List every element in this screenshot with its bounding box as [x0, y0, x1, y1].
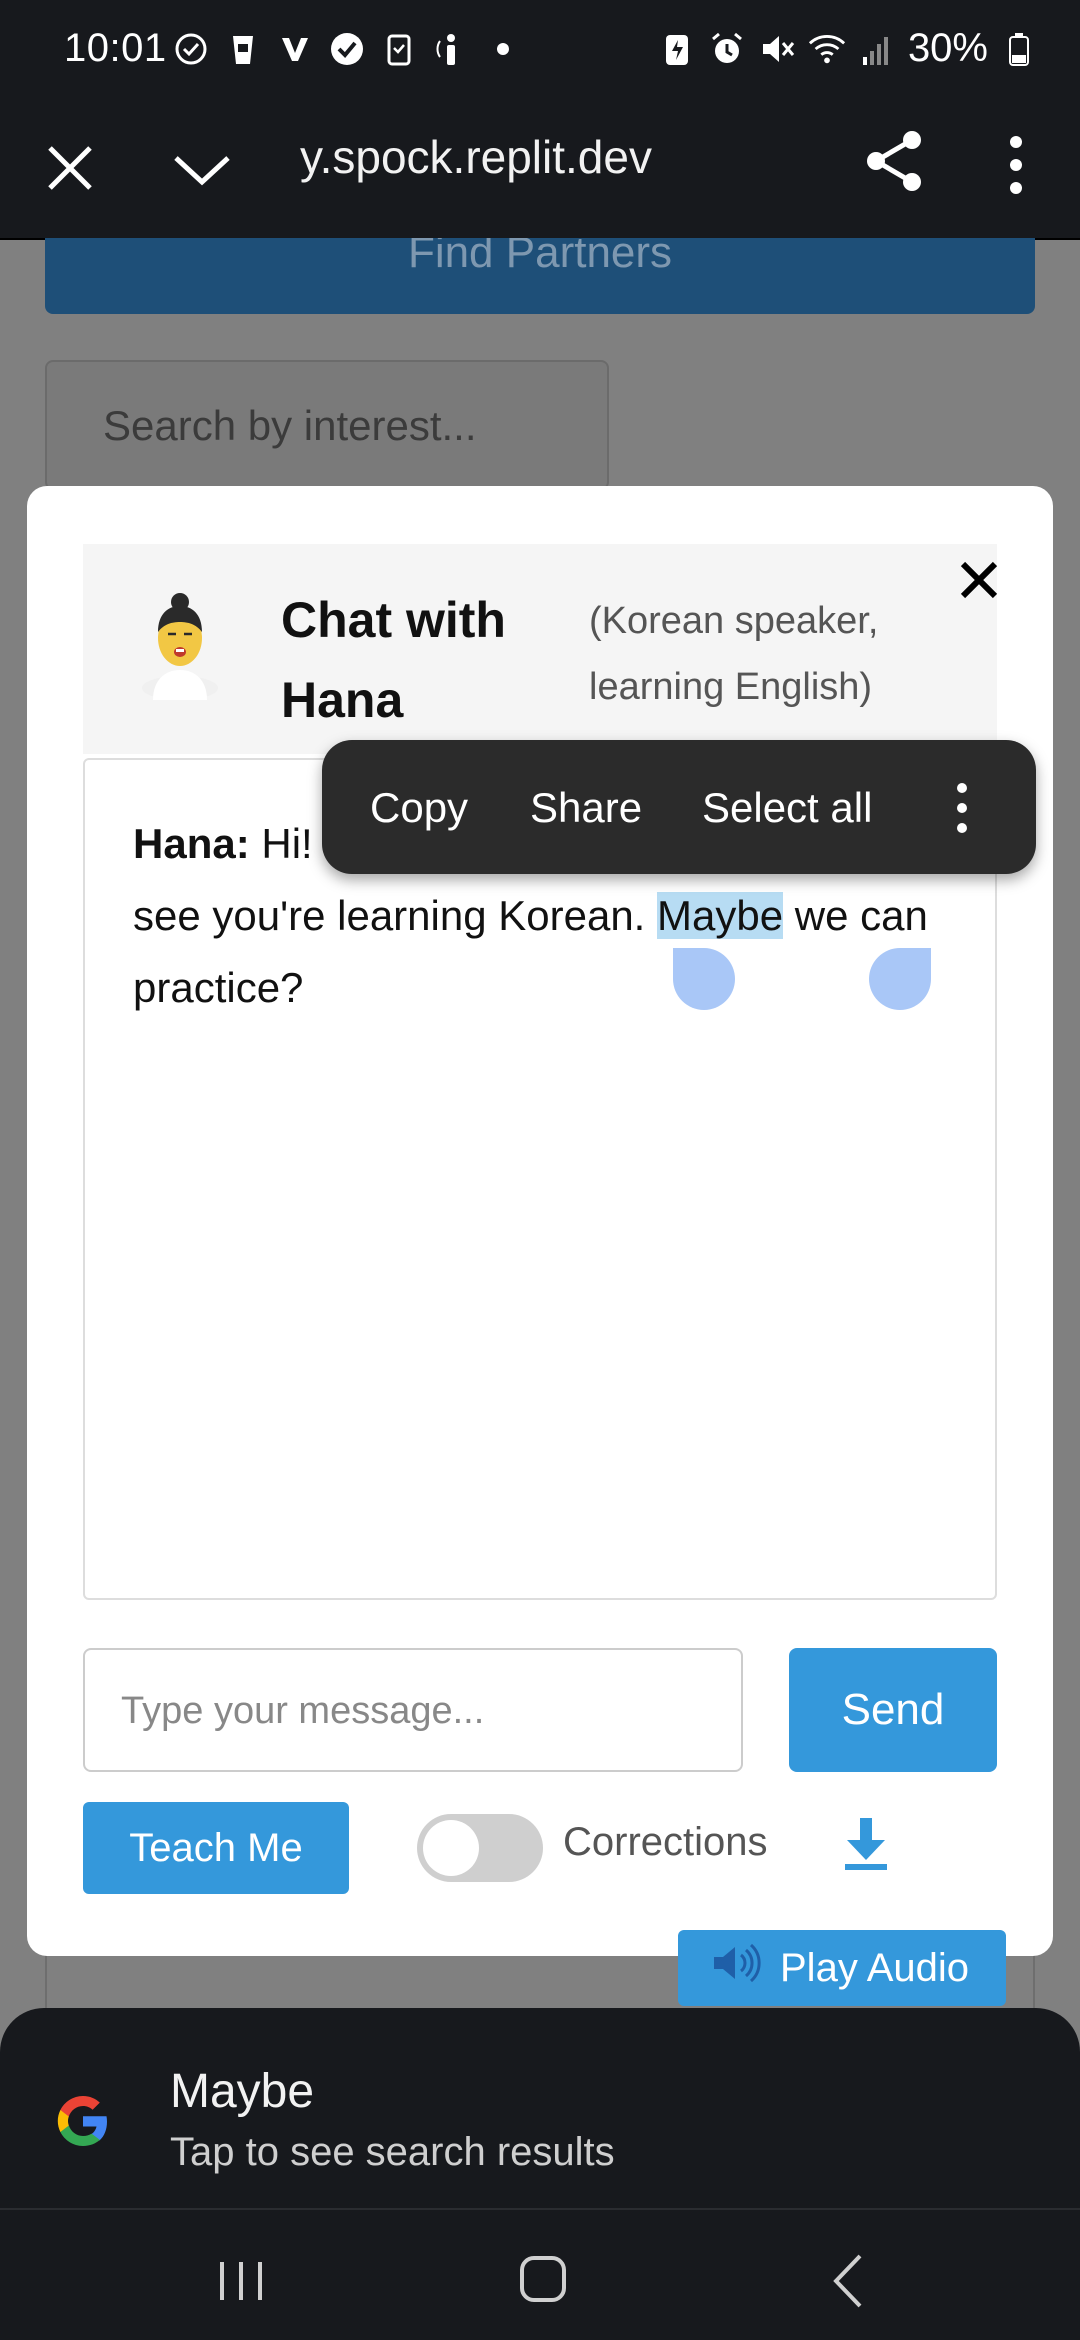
speaker-icon: [712, 1943, 762, 1993]
avatar: [135, 588, 225, 700]
find-partners-button: Find Partners: [45, 238, 1035, 314]
navigation-bar: [0, 2208, 1080, 2340]
text-selection-menu: Copy Share Select all: [322, 740, 1036, 874]
share-icon[interactable]: [862, 128, 928, 194]
chat-title: Chat with Hana: [281, 592, 506, 728]
teach-me-button[interactable]: Teach Me: [83, 1802, 349, 1894]
system-icons: 30%: [658, 26, 1038, 71]
info-icon: [432, 30, 470, 68]
status-time: 10:01: [64, 26, 167, 70]
toggle-knob: [423, 1820, 479, 1876]
chat-header: Chat with Hana (Korean speaker, learning…: [83, 544, 997, 754]
mute-icon: [758, 30, 796, 68]
corrections-toggle[interactable]: [417, 1814, 543, 1882]
v-icon: [276, 30, 314, 68]
notification-icons: [172, 30, 522, 68]
message-sender: Hana:: [133, 820, 250, 867]
verified-icon: [328, 30, 366, 68]
battery-saver-icon: [658, 30, 696, 68]
download-icon[interactable]: [843, 1816, 889, 1872]
more-options-icon[interactable]: [956, 780, 968, 836]
close-icon[interactable]: [955, 556, 1003, 604]
back-icon[interactable]: [830, 2252, 866, 2310]
selection-handle-start[interactable]: [673, 948, 735, 1010]
signal-icon: [858, 30, 896, 68]
recent-apps-icon[interactable]: [216, 2258, 266, 2304]
interest-search-input: Search by interest...: [45, 360, 609, 490]
selected-text[interactable]: Maybe: [657, 892, 784, 939]
find-partners-label: Find Partners: [407, 238, 673, 277]
select-all-menu-item[interactable]: Select all: [702, 784, 872, 832]
message-text-part1: Hi!: [249, 820, 313, 867]
chat-modal: Chat with Hana (Korean speaker, learning…: [27, 486, 1053, 1956]
more-options-icon[interactable]: [998, 130, 1034, 200]
chat-messages[interactable]: Hana: Hi! see you're learning Korean. Ma…: [83, 758, 997, 1600]
chat-subtitle: (Korean speaker, learning English): [589, 600, 879, 708]
cup-icon: [224, 30, 262, 68]
status-bar: 10:01 30%: [0, 0, 1080, 100]
battery-percent: 30%: [907, 26, 988, 70]
selection-handle-end[interactable]: [869, 948, 931, 1010]
google-search-sheet[interactable]: Maybe Tap to see search results: [0, 2008, 1080, 2208]
chevron-down-icon[interactable]: [170, 140, 234, 200]
clipboard-icon: [380, 30, 418, 68]
check-circle-icon: [172, 30, 210, 68]
search-term: Maybe: [170, 2065, 315, 2118]
wifi-icon: [808, 30, 846, 68]
corrections-label: Corrections: [563, 1820, 768, 1864]
search-hint: Tap to see search results: [170, 2130, 615, 2174]
alarm-icon: [708, 30, 746, 68]
close-tab-icon[interactable]: [40, 138, 100, 198]
home-icon[interactable]: [518, 2254, 568, 2304]
play-audio-button[interactable]: Play Audio: [678, 1930, 1006, 2006]
google-icon: [50, 2088, 116, 2154]
send-button[interactable]: Send: [789, 1648, 997, 1772]
copy-menu-item[interactable]: Copy: [370, 784, 468, 832]
browser-toolbar: y.spock.replit.dev: [0, 100, 1080, 240]
url-bar[interactable]: y.spock.replit.dev: [300, 130, 652, 184]
message-text-part2: see you're learning Korean.: [133, 892, 658, 939]
share-menu-item[interactable]: Share: [530, 784, 642, 832]
message-input[interactable]: Type your message...: [83, 1648, 743, 1772]
play-audio-label: Play Audio: [780, 1945, 970, 1990]
dot-icon: [484, 30, 522, 68]
battery-icon: [1000, 30, 1038, 68]
